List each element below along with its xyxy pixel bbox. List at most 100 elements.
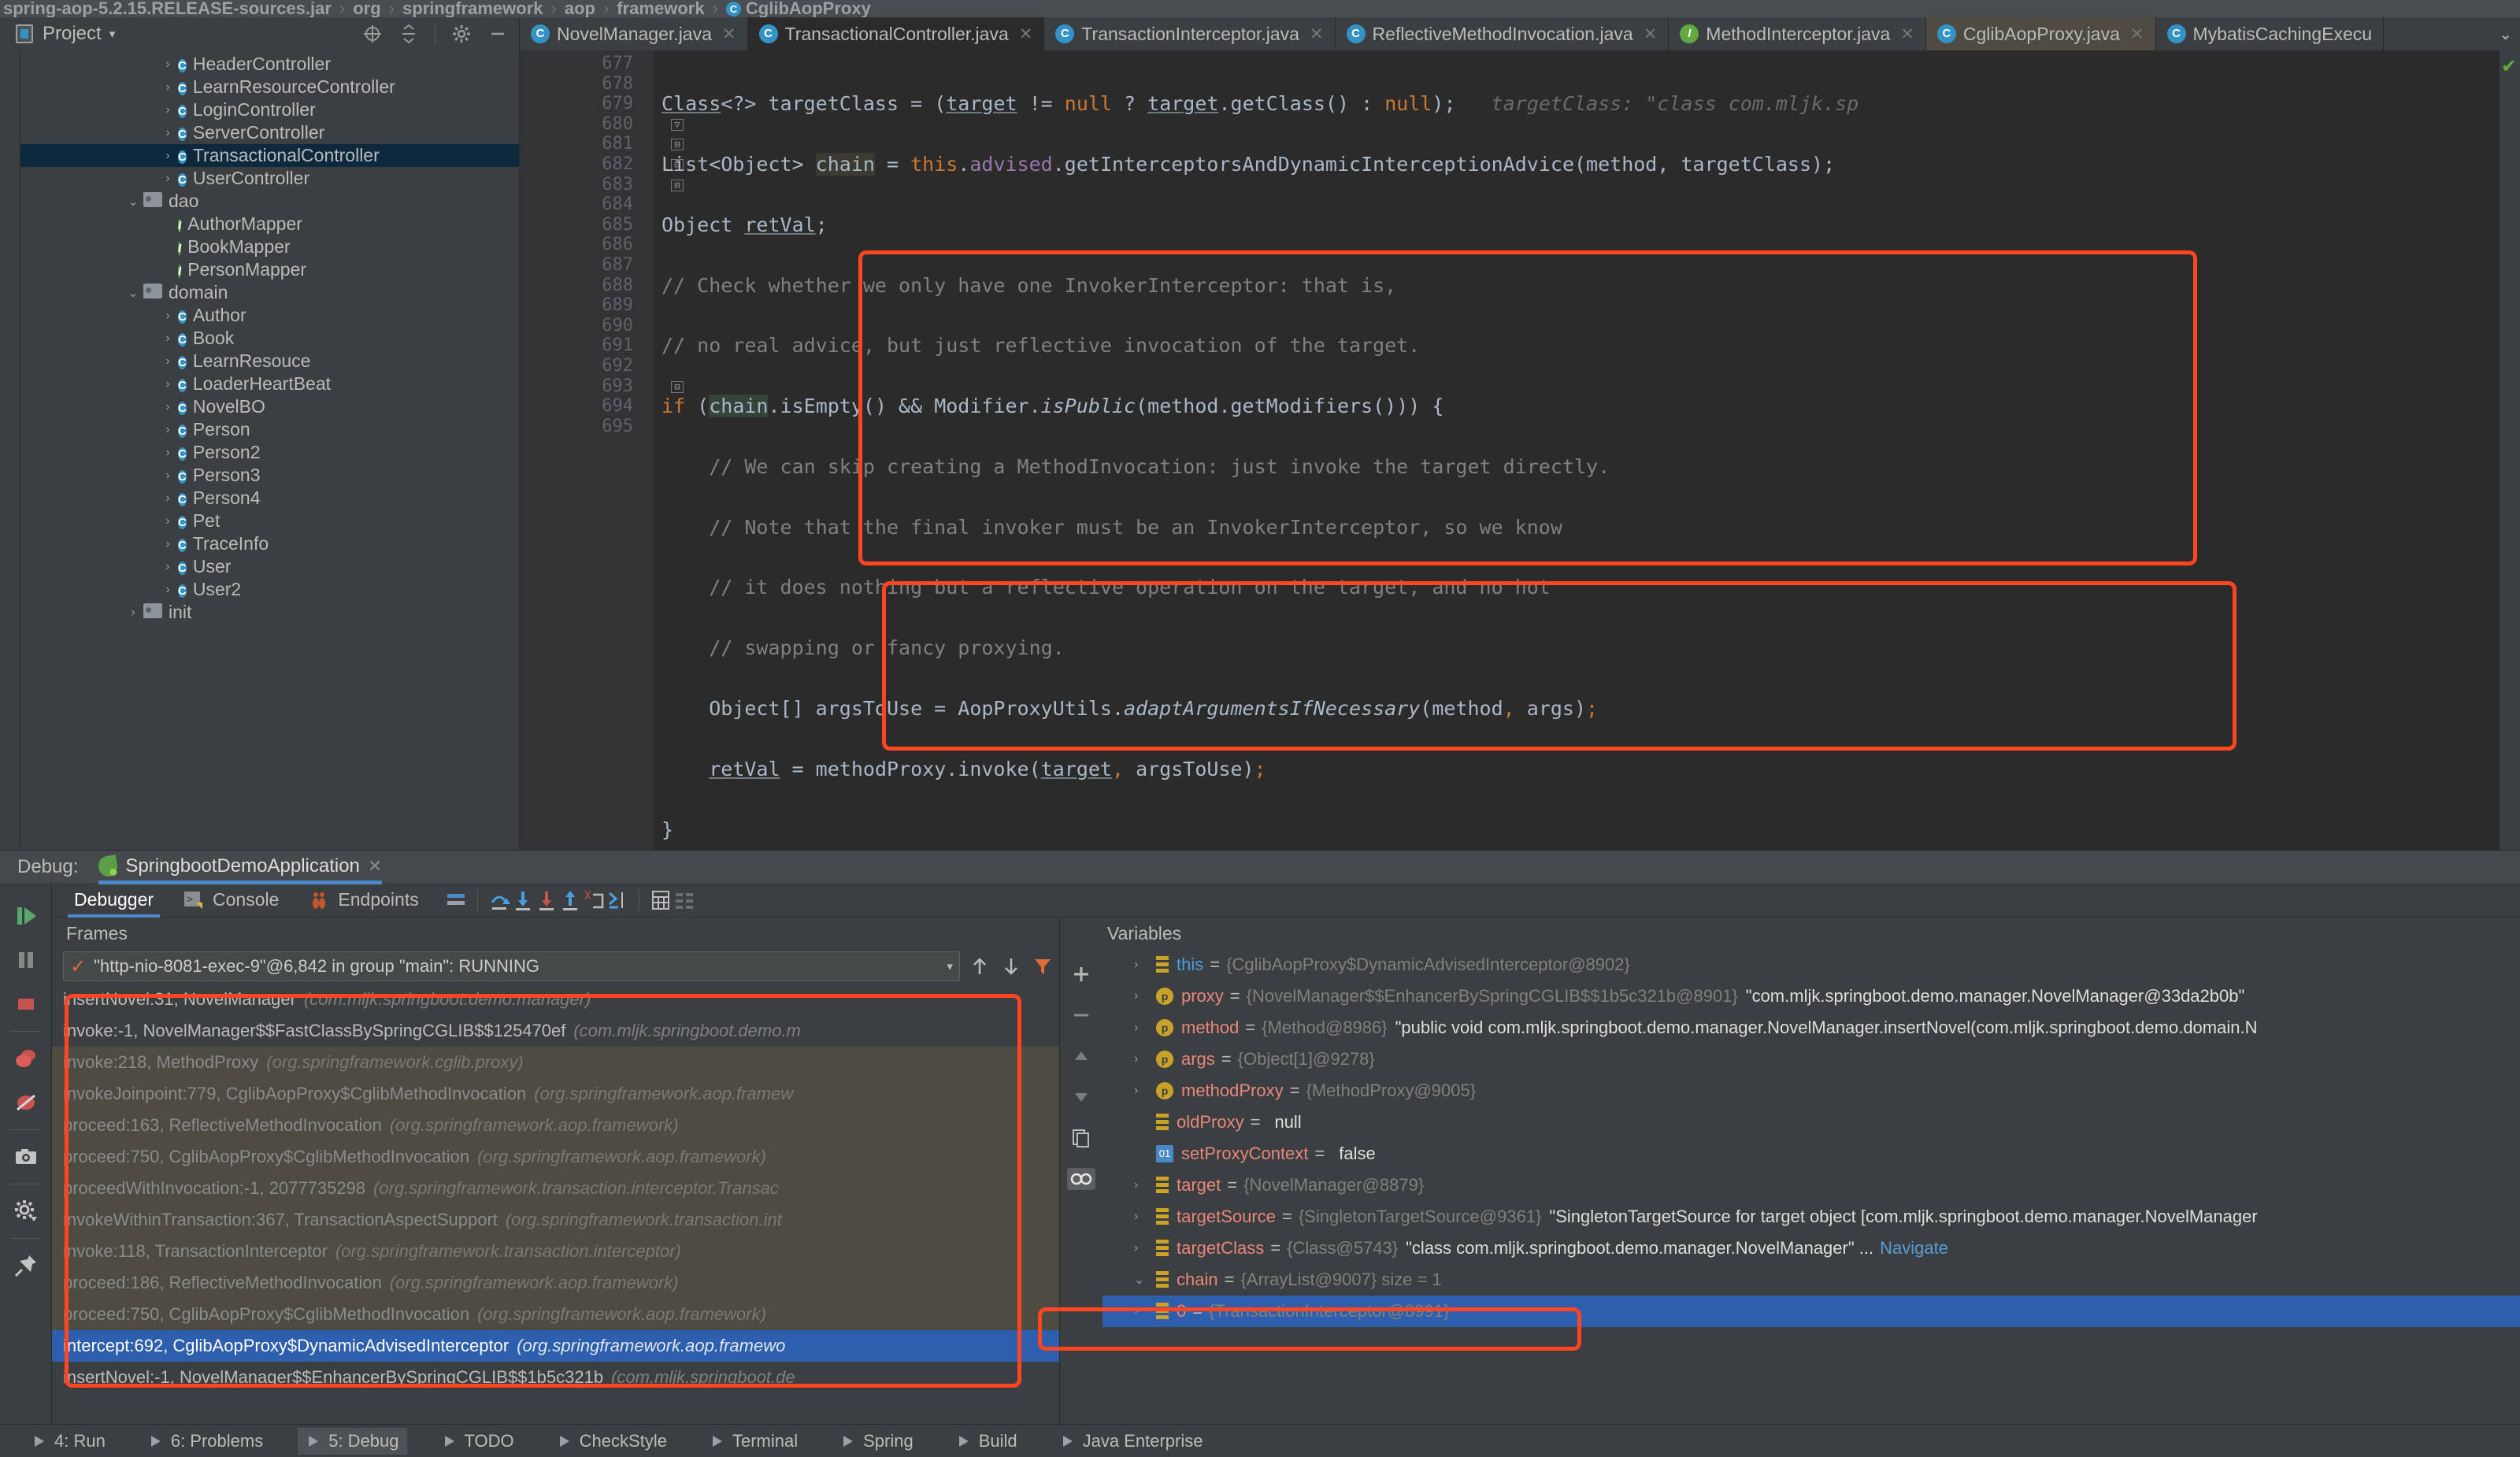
variable-row[interactable]: › p args = {Object[1]@9278} — [1102, 1044, 2520, 1075]
frame-row[interactable]: invoke:-1, NovelManager$$FastClassBySpri… — [52, 1015, 1059, 1047]
close-icon[interactable]: ✕ — [1310, 24, 1324, 44]
frame-row[interactable]: insertNovel:31, NovelManager (com.mljk.sp… — [52, 984, 1059, 1015]
line-number[interactable]: 679 — [520, 94, 654, 114]
variable-row[interactable]: › this = {CglibAopProxy$DynamicAdvisedInter… — [1102, 949, 2520, 981]
tree-item[interactable]: ⌄ dao — [20, 190, 519, 213]
debug-session-tab[interactable]: SpringbootDemoApplication ✕ — [97, 854, 383, 884]
chevron-right-icon[interactable]: › — [159, 491, 176, 506]
chevron-right-icon[interactable]: › — [159, 172, 176, 186]
tree-item[interactable]: › C Author — [20, 304, 519, 327]
line-number[interactable]: 677 — [520, 54, 654, 74]
mute-icon[interactable] — [673, 888, 696, 912]
view-breakpoints-icon[interactable] — [0, 1036, 51, 1081]
chevron-down-icon[interactable]: ▾ — [109, 27, 116, 41]
close-icon[interactable]: ✕ — [722, 24, 736, 44]
copy-icon[interactable] — [1070, 1127, 1092, 1149]
tab-endpoints[interactable]: Endpoints — [293, 883, 432, 918]
line-number[interactable]: 687 — [520, 255, 654, 276]
tree-item[interactable]: ›I PersonMapper — [20, 258, 519, 281]
chevron-right-icon[interactable]: › — [159, 332, 176, 346]
layout-icon[interactable] — [444, 888, 468, 912]
project-tree[interactable]: › C HeaderController › C LearnResourceControl… — [20, 50, 520, 850]
chevron-right-icon[interactable]: › — [1134, 1052, 1156, 1066]
chevron-right-icon[interactable]: › — [1134, 1178, 1156, 1192]
chevron-right-icon[interactable]: › — [159, 446, 176, 460]
tree-item[interactable]: › C Person — [20, 418, 519, 441]
editor-tab-methodinterceptor-java[interactable]: I MethodInterceptor.java ✕ — [1669, 17, 1926, 50]
frame-row[interactable]: invokeWithinTransaction:367, Transaction… — [52, 1204, 1059, 1236]
variable-row[interactable]: › p methodProxy = {MethodProxy@9005} — [1102, 1075, 2520, 1107]
status-bar-item-todo[interactable]: TODO — [434, 1428, 522, 1455]
watches-icon[interactable] — [1067, 1168, 1095, 1190]
variable-row[interactable]: › p method = {Method@8986} "public void com.m… — [1102, 1012, 2520, 1044]
line-number[interactable]: 695 — [520, 417, 654, 437]
frame-row[interactable]: invoke:118, TransactionInterceptor (org.s… — [52, 1236, 1059, 1267]
status-bar-item-run[interactable]: 4: Run — [24, 1428, 113, 1455]
chevron-right-icon[interactable]: › — [1134, 1241, 1156, 1255]
chevron-right-icon[interactable]: › — [159, 217, 176, 232]
gear-icon[interactable] — [451, 24, 472, 44]
force-step-into-icon[interactable] — [535, 888, 558, 912]
camera-icon[interactable] — [0, 1135, 51, 1179]
tree-item[interactable]: › C Person2 — [20, 441, 519, 464]
line-number[interactable]: 694 — [520, 396, 654, 417]
chevron-right-icon[interactable]: › — [159, 309, 176, 323]
line-number[interactable]: 689 — [520, 295, 654, 316]
frame-row[interactable]: proceed:750, CglibAopProxy$CglibMethodIn… — [52, 1141, 1059, 1173]
target-icon[interactable] — [362, 24, 383, 44]
tree-item[interactable]: › C TraceInfo — [20, 532, 519, 555]
variables-list[interactable]: › this = {CglibAopProxy$DynamicAdvisedInter… — [1102, 949, 2520, 1424]
close-icon[interactable]: ✕ — [1900, 24, 1914, 44]
variable-row[interactable]: › p proxy = {NovelManager$$EnhancerBySpringC… — [1102, 981, 2520, 1012]
frame-row[interactable]: intercept:692, CglibAopProxy$DynamicAdvi… — [52, 1330, 1059, 1362]
line-number[interactable]: 678 — [520, 74, 654, 95]
close-icon[interactable]: ✕ — [1644, 24, 1658, 44]
status-bar-item-terminal[interactable]: Terminal — [702, 1428, 806, 1455]
tree-item[interactable]: › C Pet — [20, 510, 519, 532]
chevron-right-icon[interactable]: › — [1134, 1304, 1156, 1318]
frame-row[interactable]: insertNovel:-1, NovelManager$$EnhancerBy… — [52, 1362, 1059, 1393]
line-number[interactable]: 690 — [520, 316, 654, 336]
tree-item[interactable]: › C TransactionalController — [20, 144, 519, 167]
down-icon[interactable] — [1070, 1086, 1092, 1108]
line-number[interactable]: 686 — [520, 235, 654, 255]
editor-tab-mybatiscachingexecu[interactable]: C MybatisCachingExecu — [2155, 17, 2385, 50]
chevron-right-icon[interactable]: › — [159, 126, 176, 140]
variable-row[interactable]: › target = {NovelManager@8879} — [1102, 1170, 2520, 1201]
tree-item[interactable]: › C ServerController — [20, 121, 519, 144]
status-bar-item-checkstyle[interactable]: CheckStyle — [549, 1428, 675, 1455]
resume-icon[interactable] — [0, 894, 51, 938]
tree-item[interactable]: › C User — [20, 555, 519, 578]
status-bar-item-spring[interactable]: Spring — [832, 1428, 921, 1455]
tree-item[interactable]: › C HeaderController — [20, 53, 519, 76]
variable-row[interactable]: 01 setProxyContext = false — [1102, 1138, 2520, 1170]
chevron-right-icon[interactable]: › — [159, 400, 176, 414]
remove-icon[interactable] — [1070, 1004, 1092, 1026]
breadcrumb-springframework[interactable]: springframework — [402, 0, 543, 17]
chevron-right-icon[interactable]: › — [159, 537, 176, 551]
tab-debugger[interactable]: Debugger — [60, 883, 168, 918]
frame-row[interactable]: proceedWithInvocation:-1, 2077735298 (org… — [52, 1173, 1059, 1204]
editor-markers-strip[interactable]: ✔ — [2500, 50, 2520, 850]
chevron-right-icon[interactable]: › — [1134, 1021, 1156, 1035]
chevron-right-icon[interactable]: › — [159, 583, 176, 597]
frame-row[interactable]: proceed:750, CglibAopProxy$CglibMethodIn… — [52, 1299, 1059, 1330]
frame-row[interactable]: proceed:163, ReflectiveMethodInvocation (… — [52, 1110, 1059, 1141]
editor-tab-cglibaopproxy-java[interactable]: C CglibAopProxy.java ✕ — [1925, 17, 2156, 50]
chevron-right-icon[interactable]: › — [1134, 1084, 1156, 1098]
breadcrumb-org[interactable]: org — [353, 0, 380, 17]
line-number[interactable]: 685 — [520, 215, 654, 235]
line-number[interactable]: 680 ▽ — [520, 114, 684, 135]
tree-item[interactable]: › C LoginController — [20, 98, 519, 121]
editor-tab-reflectivemethodinvocation-java[interactable]: C ReflectiveMethodInvocation.java ✕ — [1335, 17, 1670, 50]
tree-item[interactable]: › C NovelBO — [20, 395, 519, 418]
variable-row[interactable]: oldProxy = null — [1102, 1107, 2520, 1138]
editor-gutter[interactable]: 677 678 679 680 ▽ 681 ⊟ 682 ⊟ 683 ⊟ 684 685 686 687 688… — [520, 50, 684, 850]
chevron-right-icon[interactable]: › — [159, 103, 176, 117]
chevron-right-icon[interactable]: › — [1134, 989, 1156, 1003]
tab-console[interactable]: > Console — [168, 883, 293, 918]
pause-icon[interactable] — [0, 938, 51, 982]
line-number[interactable]: 691 — [520, 336, 654, 356]
chevron-right-icon[interactable]: › — [159, 149, 176, 163]
line-number[interactable]: 693 ⊟ — [520, 376, 684, 397]
